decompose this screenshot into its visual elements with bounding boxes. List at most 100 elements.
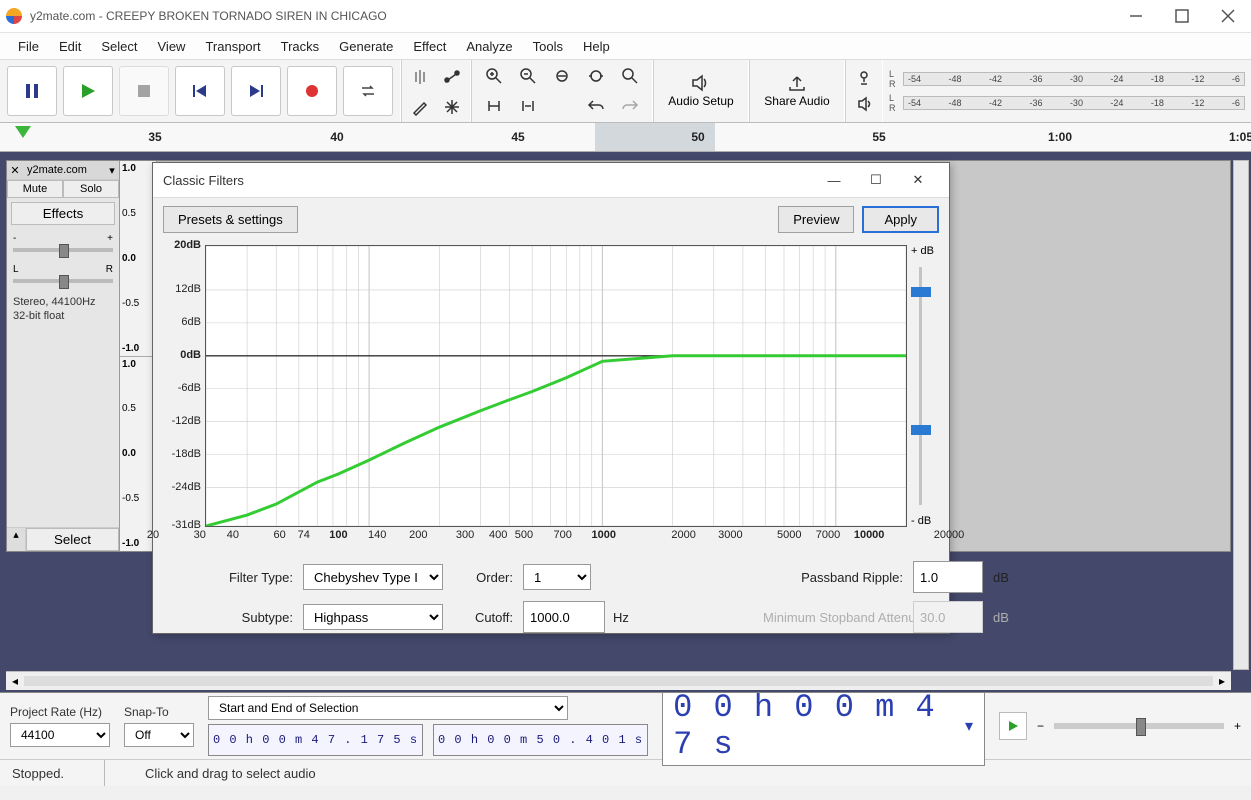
- classic-filters-dialog: Classic Filters — ☐ ✕ Presets & settings…: [152, 162, 950, 634]
- zoom-toggle-icon[interactable]: [614, 62, 646, 90]
- solo-button[interactable]: Solo: [63, 180, 119, 198]
- redo-icon[interactable]: [614, 92, 646, 120]
- close-button[interactable]: [1205, 0, 1251, 32]
- menu-transport[interactable]: Transport: [195, 35, 270, 58]
- status-hint: Click and drag to select audio: [145, 766, 316, 781]
- app-logo: [6, 8, 22, 24]
- db-unit: dB: [993, 570, 1027, 585]
- record-button[interactable]: [287, 66, 337, 116]
- db-slider-thumb-lower[interactable]: [911, 425, 931, 435]
- select-track-button[interactable]: Select: [26, 528, 119, 551]
- skip-start-button[interactable]: [175, 66, 225, 116]
- db-slider[interactable]: [911, 267, 929, 505]
- selection-end-field[interactable]: 0 0 h 0 0 m 5 0 . 4 0 1 s: [433, 724, 648, 756]
- menu-file[interactable]: File: [8, 35, 49, 58]
- draw-tool-icon[interactable]: [404, 92, 436, 122]
- selection-mode-select[interactable]: Start and End of Selection: [208, 696, 568, 720]
- preview-button[interactable]: Preview: [778, 206, 854, 233]
- menu-generate[interactable]: Generate: [329, 35, 403, 58]
- pan-slider[interactable]: LR: [7, 260, 119, 291]
- meter-lr-label: LR: [889, 69, 897, 89]
- loop-button[interactable]: [343, 66, 393, 116]
- stop-button[interactable]: [119, 66, 169, 116]
- speed-minus: −: [1037, 719, 1044, 733]
- maximize-button[interactable]: [1159, 0, 1205, 32]
- playback-meter[interactable]: -54-48-42-36-30-24-18-12-6: [903, 96, 1245, 110]
- cutoff-label: Cutoff:: [453, 610, 513, 625]
- share-audio-button[interactable]: Share Audio: [754, 63, 840, 119]
- stopband-label: Minimum Stopband Attenuation:: [763, 610, 903, 625]
- cutoff-input[interactable]: [523, 601, 605, 633]
- track-name[interactable]: y2mate.com: [23, 164, 105, 176]
- passband-label: Passband Ripple:: [763, 570, 903, 585]
- menu-analyze[interactable]: Analyze: [456, 35, 522, 58]
- undo-icon[interactable]: [580, 92, 612, 120]
- track-close-button[interactable]: ✕: [7, 164, 23, 177]
- record-meter[interactable]: -54-48-42-36-30-24-18-12-6: [903, 72, 1245, 86]
- effects-button[interactable]: Effects: [11, 202, 115, 225]
- subtype-select[interactable]: Highpass: [303, 604, 443, 630]
- snap-select[interactable]: Off: [124, 723, 194, 747]
- selection-tool-icon[interactable]: [404, 62, 436, 92]
- minimize-button[interactable]: [1113, 0, 1159, 32]
- horizontal-scrollbar[interactable]: ◂▸: [6, 671, 1231, 690]
- menu-effect[interactable]: Effect: [403, 35, 456, 58]
- meter-lr-label: LR: [889, 93, 897, 113]
- menu-view[interactable]: View: [148, 35, 196, 58]
- multi-tool-icon[interactable]: [436, 92, 468, 122]
- record-meter-icon[interactable]: [852, 68, 876, 88]
- dialog-minimize-button[interactable]: —: [813, 173, 855, 188]
- playback-speed-slider[interactable]: [1054, 723, 1224, 729]
- menu-tracks[interactable]: Tracks: [271, 35, 330, 58]
- zoom-out-icon[interactable]: [512, 62, 544, 90]
- db-unit-2: dB: [993, 610, 1027, 625]
- play-at-speed-button[interactable]: [999, 712, 1027, 740]
- menu-help[interactable]: Help: [573, 35, 620, 58]
- vertical-scrollbar[interactable]: [1233, 160, 1249, 670]
- selection-start-field[interactable]: 0 0 h 0 0 m 4 7 . 1 7 5 s: [208, 724, 423, 756]
- timeline-ruler[interactable]: 35404550551:001:05: [0, 123, 1251, 152]
- menu-edit[interactable]: Edit: [49, 35, 91, 58]
- collapse-icon[interactable]: ▴: [7, 528, 26, 551]
- dialog-title: Classic Filters: [163, 173, 813, 188]
- track-control-panel: ✕ y2mate.com ▾ Mute Solo Effects -+ LR S…: [7, 161, 120, 551]
- db-slider-panel: + dB - dB: [907, 245, 941, 527]
- menu-tools[interactable]: Tools: [523, 35, 573, 58]
- snap-label: Snap-To: [124, 705, 194, 719]
- timeline-tick: 50: [691, 130, 704, 144]
- audio-setup-label: Audio Setup: [668, 94, 733, 108]
- timeline-tick: 1:05: [1229, 130, 1251, 144]
- audio-setup-button[interactable]: Audio Setup: [658, 63, 744, 119]
- dialog-maximize-button[interactable]: ☐: [855, 172, 897, 188]
- fit-project-icon[interactable]: [580, 62, 612, 90]
- project-rate-label: Project Rate (Hz): [10, 705, 110, 719]
- order-label: Order:: [453, 570, 513, 585]
- fit-selection-icon[interactable]: [546, 62, 578, 90]
- pause-button[interactable]: [7, 66, 57, 116]
- playback-meter-icon[interactable]: [852, 94, 876, 114]
- filter-response-graph: [205, 245, 907, 527]
- db-slider-thumb-upper[interactable]: [911, 287, 931, 297]
- skip-end-button[interactable]: [231, 66, 281, 116]
- speed-plus: +: [1234, 719, 1241, 733]
- trim-icon[interactable]: [478, 92, 510, 120]
- project-rate-select[interactable]: 44100: [10, 723, 110, 747]
- playhead-icon[interactable]: [15, 126, 31, 138]
- dialog-close-button[interactable]: ✕: [897, 172, 939, 188]
- envelope-tool-icon[interactable]: [436, 62, 468, 92]
- silence-icon[interactable]: [512, 92, 544, 120]
- track-menu-icon[interactable]: ▾: [105, 164, 119, 177]
- timeline-tick: 55: [872, 130, 885, 144]
- apply-button[interactable]: Apply: [862, 206, 939, 233]
- order-select[interactable]: 1: [523, 564, 591, 590]
- presets-button[interactable]: Presets & settings: [163, 206, 298, 233]
- menu-select[interactable]: Select: [91, 35, 147, 58]
- passband-input[interactable]: [913, 561, 983, 593]
- status-state: Stopped.: [12, 766, 64, 781]
- zoom-in-icon[interactable]: [478, 62, 510, 90]
- gain-slider[interactable]: -+: [7, 229, 119, 260]
- play-button[interactable]: [63, 66, 113, 116]
- filter-type-select[interactable]: Chebyshev Type I: [303, 564, 443, 590]
- mute-button[interactable]: Mute: [7, 180, 63, 198]
- current-position-display[interactable]: 0 0 h 0 0 m 4 7 s▾: [662, 686, 985, 766]
